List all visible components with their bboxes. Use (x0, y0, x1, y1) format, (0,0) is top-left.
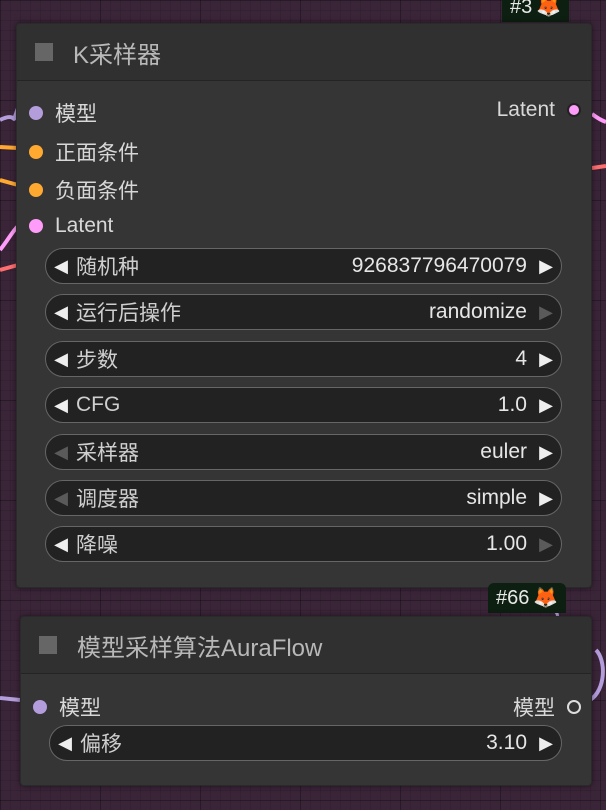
widget-label: 降噪 (76, 534, 118, 557)
widget-value[interactable]: randomize (181, 300, 531, 324)
input-slot-negative[interactable]: 负面条件 (29, 175, 139, 205)
decrement-arrow-icon[interactable]: ◀ (46, 248, 76, 284)
increment-arrow-icon[interactable]: ▶ (531, 526, 561, 562)
fox-icon: 🦊 (533, 587, 559, 609)
widget-value[interactable]: 4 (118, 347, 531, 371)
increment-arrow-icon[interactable]: ▶ (531, 248, 561, 284)
increment-arrow-icon[interactable]: ▶ (531, 480, 561, 516)
widget-label: 运行后操作 (76, 302, 181, 325)
increment-arrow-icon[interactable]: ▶ (531, 387, 561, 423)
wire-model-in-2 (0, 696, 21, 702)
widget-value[interactable]: 3.10 (122, 731, 531, 755)
node-id: #66 (496, 587, 530, 609)
wire-red-out (591, 164, 606, 170)
slot-label: Latent (55, 214, 114, 237)
widget-label: 调度器 (76, 488, 139, 511)
model-sampling-auraflow-node[interactable]: 模型采样算法AuraFlow 模型 模型 ◀ 偏移 3.10 ▶ (20, 616, 592, 786)
increment-arrow-icon[interactable]: ▶ (531, 725, 561, 761)
widget-value[interactable]: 926837796470079 (139, 254, 531, 278)
slot-label: Latent (496, 98, 555, 121)
slot-dot[interactable] (29, 106, 43, 120)
node-id-badge: #3 🦊 (502, 0, 570, 22)
widget-steps[interactable]: ◀ 步数 4 ▶ (45, 341, 562, 377)
widget-value[interactable]: 1.0 (120, 393, 531, 417)
increment-arrow-icon[interactable]: ▶ (531, 434, 561, 470)
widget-cfg[interactable]: ◀ CFG 1.0 ▶ (45, 387, 562, 423)
widget-label: CFG (76, 393, 121, 416)
input-slot-model[interactable]: 模型 (29, 98, 97, 128)
widget-scheduler[interactable]: ◀ 调度器 simple ▶ (45, 480, 562, 516)
widget-label: 随机种 (76, 256, 139, 279)
decrement-arrow-icon[interactable]: ◀ (46, 434, 76, 470)
slot-label: 模型 (59, 697, 101, 720)
slot-label: 正面条件 (55, 142, 139, 165)
input-slot-positive[interactable]: 正面条件 (29, 137, 139, 167)
widget-label: 步数 (76, 349, 118, 372)
input-slot-model[interactable]: 模型 (33, 692, 101, 722)
collapse-toggle[interactable] (35, 43, 53, 61)
slot-dot[interactable] (567, 103, 581, 117)
widget-label: 偏移 (80, 733, 122, 756)
slot-dot[interactable] (29, 219, 43, 233)
widget-sampler[interactable]: ◀ 采样器 euler ▶ (45, 434, 562, 470)
widget-control-after-generate[interactable]: ◀ 运行后操作 randomize ▶ (45, 294, 562, 330)
node-title: K采样器 (73, 41, 162, 69)
slot-dot[interactable] (567, 700, 581, 714)
slot-dot[interactable] (29, 145, 43, 159)
output-slot-model[interactable]: 模型 (513, 692, 581, 722)
decrement-arrow-icon[interactable]: ◀ (46, 341, 76, 377)
slot-label: 负面条件 (55, 180, 139, 203)
widget-value[interactable]: simple (139, 486, 531, 510)
collapse-toggle[interactable] (39, 636, 57, 654)
output-slot-latent[interactable]: Latent (497, 98, 581, 122)
widget-label: 采样器 (76, 442, 139, 465)
wire-latent-out (590, 112, 606, 124)
fox-icon: 🦊 (536, 0, 562, 18)
decrement-arrow-icon[interactable]: ◀ (46, 387, 76, 423)
increment-arrow-icon[interactable]: ▶ (531, 294, 561, 330)
decrement-arrow-icon[interactable]: ◀ (46, 294, 76, 330)
node-title: 模型采样算法AuraFlow (77, 634, 323, 662)
widget-seed[interactable]: ◀ 随机种 926837796470079 ▶ (45, 248, 562, 284)
slot-dot[interactable] (33, 700, 47, 714)
node-id-badge: #66 🦊 (488, 583, 567, 613)
ksampler-node[interactable]: K采样器 模型 Latent 正面条件 负面条件 Latent ◀ 随机种 92… (16, 23, 592, 588)
widget-denoise[interactable]: ◀ 降噪 1.00 ▶ (45, 526, 562, 562)
widget-value[interactable]: euler (139, 440, 531, 464)
slot-label: 模型 (513, 697, 555, 720)
widget-value[interactable]: 1.00 (118, 532, 531, 556)
decrement-arrow-icon[interactable]: ◀ (46, 480, 76, 516)
input-slot-latent[interactable]: Latent (29, 214, 113, 238)
slot-dot[interactable] (29, 183, 43, 197)
slot-label: 模型 (55, 103, 97, 126)
decrement-arrow-icon[interactable]: ◀ (46, 526, 76, 562)
node-header[interactable]: 模型采样算法AuraFlow (21, 617, 591, 674)
decrement-arrow-icon[interactable]: ◀ (50, 725, 80, 761)
widget-shift[interactable]: ◀ 偏移 3.10 ▶ (49, 725, 562, 761)
node-header[interactable]: K采样器 (17, 24, 591, 81)
node-id: #3 (510, 0, 533, 18)
increment-arrow-icon[interactable]: ▶ (531, 341, 561, 377)
